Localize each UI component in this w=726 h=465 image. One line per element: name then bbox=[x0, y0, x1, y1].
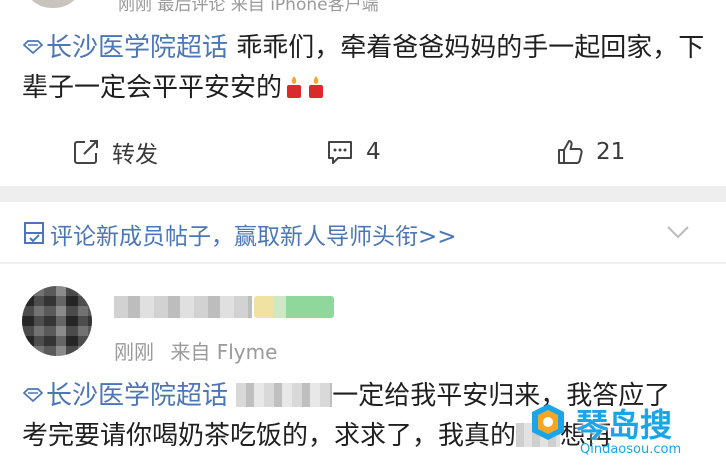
diamond-icon bbox=[23, 388, 43, 402]
candle-icon bbox=[287, 76, 302, 98]
candle-icon bbox=[309, 76, 324, 98]
comment-count: 4 bbox=[366, 139, 381, 165]
repost-button[interactable]: 转发 bbox=[72, 128, 158, 176]
like-count: 21 bbox=[596, 139, 626, 165]
redacted-text bbox=[236, 383, 333, 407]
repost-icon bbox=[74, 140, 98, 164]
badge-icon bbox=[24, 222, 44, 244]
chevron-down-icon[interactable] bbox=[666, 222, 690, 242]
avatar[interactable] bbox=[22, 286, 92, 356]
banner-text: 评论新成员帖子，赢取新人导师头衔>> bbox=[50, 224, 457, 250]
post-card-1: 刚刚 最后评论 来自 iPhone客户端 长沙医学院超话 乖乖们，牵着爸爸妈妈的… bbox=[0, 0, 726, 186]
topic-label: 长沙医学院超话 bbox=[46, 33, 229, 63]
watermark-text: 琴岛搜 bbox=[576, 406, 673, 444]
username-redacted[interactable] bbox=[114, 296, 252, 318]
comment-icon bbox=[328, 141, 352, 164]
member-badge bbox=[254, 296, 334, 318]
post-content: 长沙医学院超话 乖乖们，牵着爸爸妈妈的手一起回家，下辈子一定会平平安安的 bbox=[22, 28, 712, 108]
watermark: 琴岛搜 Qindaosou.com bbox=[522, 396, 726, 465]
newcomer-banner[interactable]: 评论新成员帖子，赢取新人导师头衔>> bbox=[0, 202, 726, 264]
topic-link[interactable]: 长沙医学院超话 bbox=[22, 381, 236, 411]
post-time: 刚刚 bbox=[114, 340, 154, 364]
post-meta: 刚刚 最后评论 来自 iPhone客户端 bbox=[118, 0, 379, 15]
post-source: 来自 Flyme bbox=[170, 340, 278, 364]
watermark-logo-icon bbox=[532, 404, 564, 440]
repost-label: 转发 bbox=[112, 142, 158, 168]
post-meta: 刚刚 来自 Flyme bbox=[114, 336, 277, 365]
thumbs-up-icon bbox=[558, 140, 583, 164]
comment-button[interactable]: 4 bbox=[326, 128, 381, 176]
action-bar: 转发 4 21 bbox=[0, 128, 726, 176]
diamond-icon bbox=[23, 40, 43, 54]
section-divider bbox=[0, 186, 726, 202]
topic-label: 长沙医学院超话 bbox=[46, 381, 229, 411]
watermark-url: Qindaosou.com bbox=[580, 442, 682, 457]
post-text-line-2: 考完要请你喝奶茶吃饭的，求求了，我真的 bbox=[22, 421, 517, 451]
avatar[interactable] bbox=[22, 0, 84, 8]
topic-link[interactable]: 长沙医学院超话 bbox=[22, 33, 236, 63]
like-button[interactable]: 21 bbox=[556, 128, 625, 176]
